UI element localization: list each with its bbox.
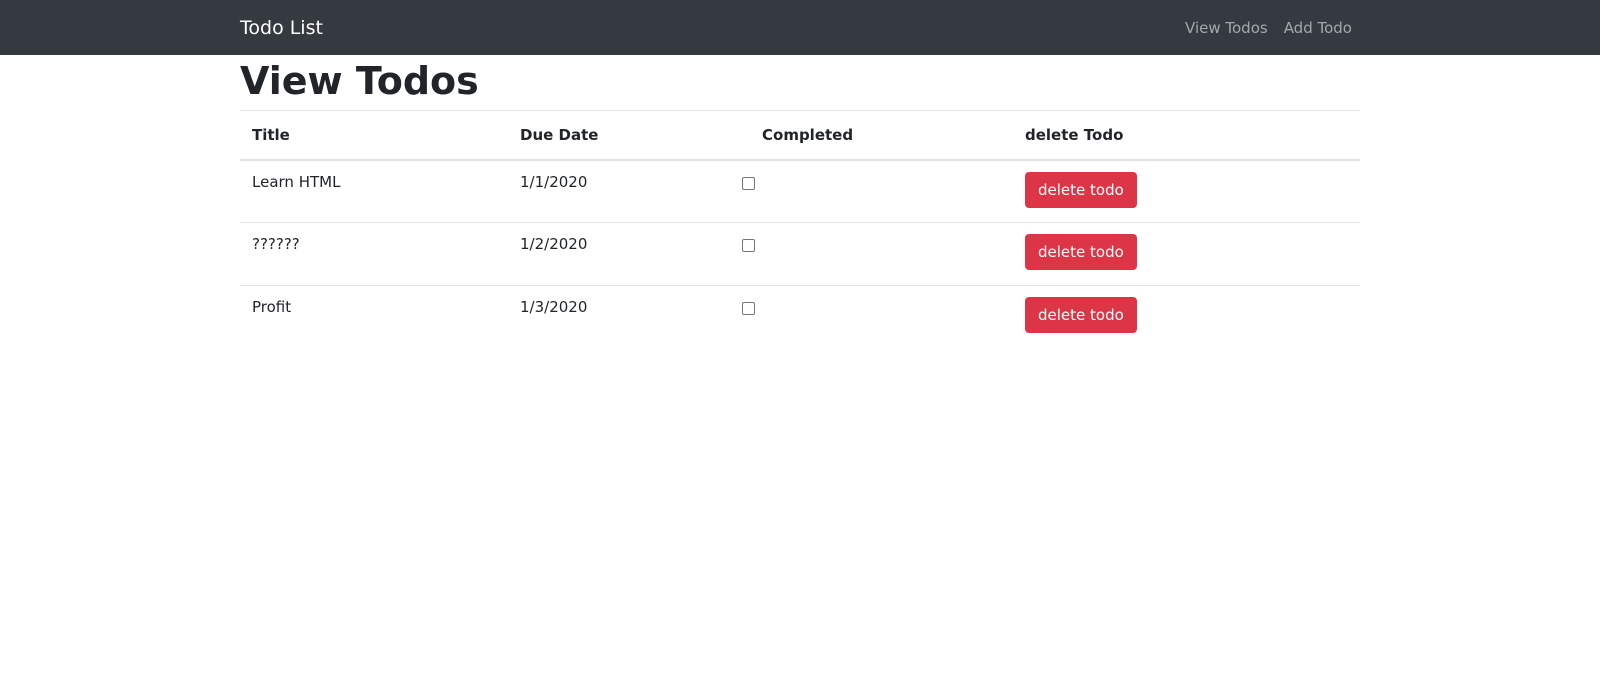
todo-due-date: 1/2/2020 — [508, 222, 719, 286]
header-delete: delete Todo — [1013, 110, 1360, 161]
todo-title: Profit — [240, 285, 508, 349]
todo-title: Learn HTML — [252, 172, 341, 191]
nav-links: View Todos Add Todo — [1185, 19, 1352, 37]
todo-completed-cell — [719, 222, 1013, 286]
nav-link-add-todo[interactable]: Add Todo — [1284, 19, 1352, 37]
table-header-row: Title Due Date Completed delete Todo — [240, 110, 1360, 161]
completed-checkbox[interactable] — [742, 302, 755, 315]
navbar: Todo List View Todos Add Todo — [0, 0, 1600, 55]
main-content: View Todos Title Due Date Completed dele… — [240, 59, 1360, 349]
todo-completed-cell — [719, 160, 1013, 223]
todo-delete-cell: delete todo — [1013, 285, 1360, 349]
todos-table: Title Due Date Completed delete Todo Lea… — [240, 110, 1360, 349]
todo-due-date: 1/1/2020 — [520, 172, 588, 191]
todo-due-date: 1/3/2020 — [508, 285, 719, 349]
todo-completed-cell — [719, 285, 1013, 349]
delete-todo-button[interactable]: delete todo — [1025, 234, 1137, 270]
table-row: Learn HTML 1/1/2020 delete todo — [240, 160, 1360, 223]
todo-delete-cell: delete todo — [1013, 160, 1360, 223]
header-title: Title — [240, 110, 508, 161]
table-body: Learn HTML 1/1/2020 delete todo ?????? 1… — [240, 160, 1360, 349]
brand-link[interactable]: Todo List — [240, 17, 323, 39]
delete-todo-button[interactable]: delete todo — [1025, 171, 1137, 208]
nav-link-view-todos[interactable]: View Todos — [1185, 19, 1268, 37]
completed-checkbox[interactable] — [742, 176, 755, 190]
header-due-date: Due Date — [508, 110, 719, 161]
delete-todo-button[interactable]: delete todo — [1025, 297, 1137, 333]
table-row: ?????? 1/2/2020 delete todo — [240, 222, 1360, 286]
page-title: View Todos — [240, 59, 479, 103]
todo-title: ?????? — [240, 222, 508, 286]
table-row: Profit 1/3/2020 delete todo — [240, 285, 1360, 349]
table-header: Title Due Date Completed delete Todo — [240, 110, 1360, 161]
todo-delete-cell: delete todo — [1013, 222, 1360, 286]
completed-checkbox[interactable] — [742, 239, 755, 252]
header-completed: Completed — [719, 110, 1013, 161]
navbar-inner: Todo List View Todos Add Todo — [240, 0, 1360, 55]
